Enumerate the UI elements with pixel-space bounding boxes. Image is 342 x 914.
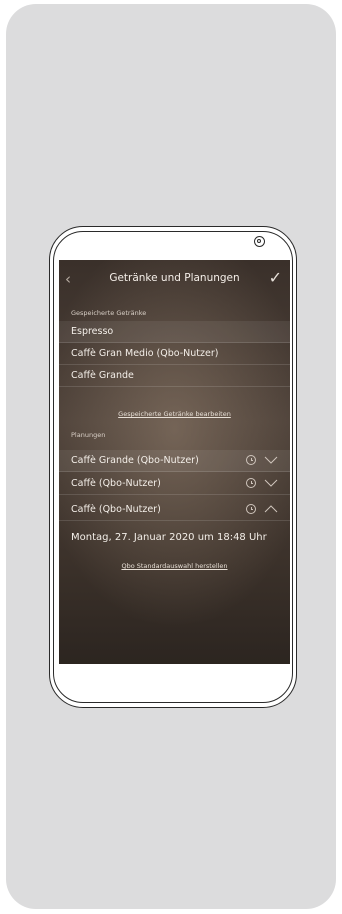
header-bar: ‹ Getränke und Planungen ✓ bbox=[59, 260, 290, 300]
schedule-controls bbox=[244, 455, 284, 467]
chevron-down-icon[interactable] bbox=[264, 455, 278, 465]
section-label-saved-drinks: Gespeicherte Getränke bbox=[71, 309, 147, 317]
page-title: Getränke und Planungen bbox=[109, 272, 240, 284]
saved-drink-label: Caffè Gran Medio (Qbo-Nutzer) bbox=[71, 348, 219, 359]
schedule-controls bbox=[244, 504, 284, 516]
edit-saved-drinks-link[interactable]: Gespeicherte Getränke bearbeiten bbox=[59, 410, 290, 418]
clock-icon[interactable] bbox=[246, 504, 256, 514]
chevron-up-icon[interactable] bbox=[264, 504, 278, 514]
clock-icon[interactable] bbox=[246, 478, 256, 488]
saved-drink-item[interactable]: Caffè Grande bbox=[59, 365, 290, 387]
schedule-datetime: Montag, 27. Januar 2020 um 18:48 Uhr bbox=[71, 532, 267, 543]
schedule-item[interactable]: Caffè (Qbo-Nutzer) bbox=[59, 499, 290, 521]
schedule-item[interactable]: Caffè (Qbo-Nutzer) bbox=[59, 473, 290, 495]
schedule-label: Caffè (Qbo-Nutzer) bbox=[71, 478, 161, 489]
restore-default-link[interactable]: Qbo Standardauswahl herstellen bbox=[59, 562, 290, 570]
schedule-item[interactable]: Caffè Grande (Qbo-Nutzer) bbox=[59, 450, 290, 472]
chevron-left-icon[interactable]: ‹ bbox=[65, 270, 77, 288]
saved-drink-label: Espresso bbox=[71, 326, 114, 337]
schedule-controls bbox=[244, 478, 284, 490]
saved-drink-item[interactable]: Caffè Gran Medio (Qbo-Nutzer) bbox=[59, 343, 290, 365]
clock-icon[interactable] bbox=[246, 455, 256, 465]
camera-icon bbox=[254, 236, 265, 247]
checkmark-icon[interactable]: ✓ bbox=[269, 268, 282, 287]
saved-drink-label: Caffè Grande bbox=[71, 370, 134, 381]
schedule-label: Caffè (Qbo-Nutzer) bbox=[71, 504, 161, 515]
chevron-down-icon[interactable] bbox=[264, 478, 278, 488]
saved-drink-item[interactable]: Espresso bbox=[59, 321, 290, 343]
section-label-schedules: Planungen bbox=[71, 431, 106, 439]
app-screen: ‹ Getränke und Planungen ✓ Gespeicherte … bbox=[59, 260, 290, 664]
schedule-label: Caffè Grande (Qbo-Nutzer) bbox=[71, 455, 199, 466]
